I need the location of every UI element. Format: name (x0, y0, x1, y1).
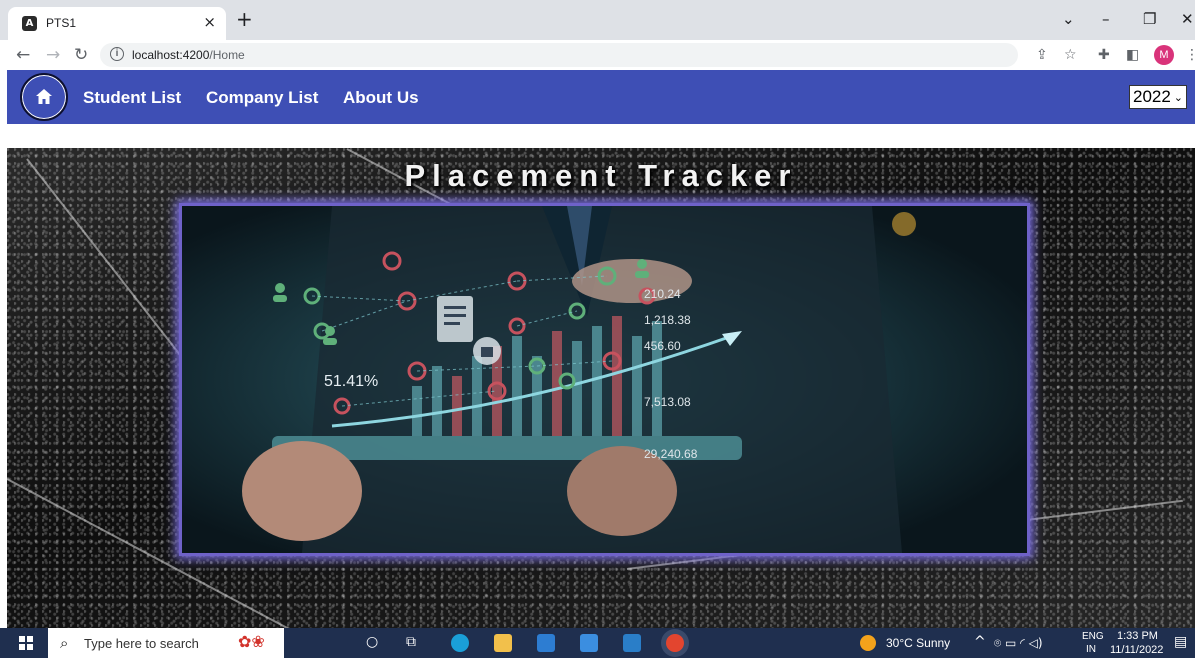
nav-student-list[interactable]: Student List (83, 88, 181, 108)
home-icon (36, 89, 52, 104)
nav-company-list[interactable]: Company List (206, 88, 318, 108)
restore-icon[interactable]: ❐ (1143, 10, 1156, 28)
hero-image: 210.24 1,218.38 456.60 51.41% 7,513.08 2… (179, 203, 1030, 556)
browser-tab[interactable]: A PTS1 × (8, 7, 226, 40)
tab-title: PTS1 (46, 16, 77, 30)
search-icon: ⌕ (60, 634, 69, 652)
windows-start-icon[interactable] (19, 636, 33, 650)
page-title: Placement Tracker (404, 158, 798, 193)
close-window-icon[interactable]: ✕ (1181, 10, 1194, 28)
cortana-icon[interactable]: ○ (366, 634, 378, 650)
file-explorer-icon[interactable] (494, 634, 512, 652)
tab-search-chevron-icon[interactable]: ⌄ (1062, 10, 1075, 28)
clock-time[interactable]: 1:33 PM (1117, 630, 1158, 642)
browser-menu-icon[interactable]: ⋮ (1185, 47, 1195, 63)
angular-favicon-icon: A (22, 16, 37, 31)
chrome-icon[interactable] (666, 634, 684, 652)
search-placeholder: Type here to search (84, 636, 199, 651)
notifications-icon[interactable]: ▤ (1174, 634, 1187, 650)
nav-about-us[interactable]: About Us (343, 88, 419, 108)
taskbar-search-input[interactable]: ⌕ Type here to search ✿❀ (48, 628, 284, 658)
new-tab-button[interactable]: + (236, 9, 253, 29)
image-label: 29,240.68 (644, 447, 698, 461)
image-label: 7,513.08 (644, 395, 691, 409)
minimize-icon[interactable]: – (1102, 10, 1110, 28)
home-button[interactable] (20, 73, 68, 121)
vscode-icon[interactable] (623, 634, 641, 652)
search-highlight-flowers-icon: ✿❀ (238, 632, 265, 651)
year-select[interactable]: 2022 ⌄ (1129, 85, 1187, 109)
mail-icon[interactable] (580, 634, 598, 652)
analytics-illustration: 210.24 1,218.38 456.60 51.41% 7,513.08 2… (182, 206, 1027, 553)
image-label: 51.41% (324, 373, 378, 390)
image-label: 1,218.38 (644, 313, 691, 327)
year-select-value: 2022 (1133, 87, 1171, 106)
tray-icons[interactable]: ⌾ ▭ ◜ ◁) (994, 636, 1043, 651)
image-label: 210.24 (644, 287, 681, 301)
show-hidden-icons-chevron-icon[interactable]: ^ (974, 634, 986, 650)
store-icon[interactable] (537, 634, 555, 652)
reload-icon[interactable]: ↻ (74, 45, 88, 65)
site-info-icon[interactable]: i (110, 47, 124, 61)
clock-date[interactable]: 11/11/2022 (1110, 644, 1163, 656)
back-icon[interactable]: ← (16, 45, 30, 65)
app-navbar: Student List Company List About Us 2022 … (7, 70, 1195, 124)
url-text[interactable]: localhost:4200/Home (132, 48, 245, 62)
forward-icon[interactable]: → (46, 45, 60, 65)
extensions-puzzle-icon[interactable]: ✚ (1098, 47, 1110, 63)
share-icon[interactable]: ⇪ (1036, 47, 1048, 63)
language-bottom[interactable]: IN (1086, 644, 1096, 655)
profile-avatar[interactable]: M (1154, 45, 1174, 65)
address-bar[interactable]: i localhost:4200/Home (100, 43, 1018, 67)
chevron-down-icon: ⌄ (1173, 91, 1183, 104)
tab-close-icon[interactable]: × (203, 13, 216, 31)
language-top[interactable]: ENG (1082, 631, 1104, 642)
weather-sun-icon (860, 635, 876, 651)
side-panel-icon[interactable]: ◧ (1126, 47, 1139, 63)
task-view-icon[interactable]: ⧉ (406, 634, 416, 650)
edge-icon[interactable] (451, 634, 469, 652)
weather-text[interactable]: 30°C Sunny (886, 636, 950, 650)
browser-toolbar: ← → ↻ i localhost:4200/Home ⇪ ☆ ✚ ◧ M ⋮ (0, 40, 1195, 70)
bookmark-star-icon[interactable]: ☆ (1064, 47, 1077, 63)
image-label: 456.60 (644, 339, 681, 353)
hero-banner: Placement Tracker 210.24 1,218.38 456.60… (7, 148, 1195, 628)
browser-tab-strip: A PTS1 × + ⌄ – ❐ ✕ (0, 0, 1195, 40)
windows-taskbar: ⌕ Type here to search ✿❀ ○ ⧉ 30°C Sunny … (0, 628, 1195, 658)
